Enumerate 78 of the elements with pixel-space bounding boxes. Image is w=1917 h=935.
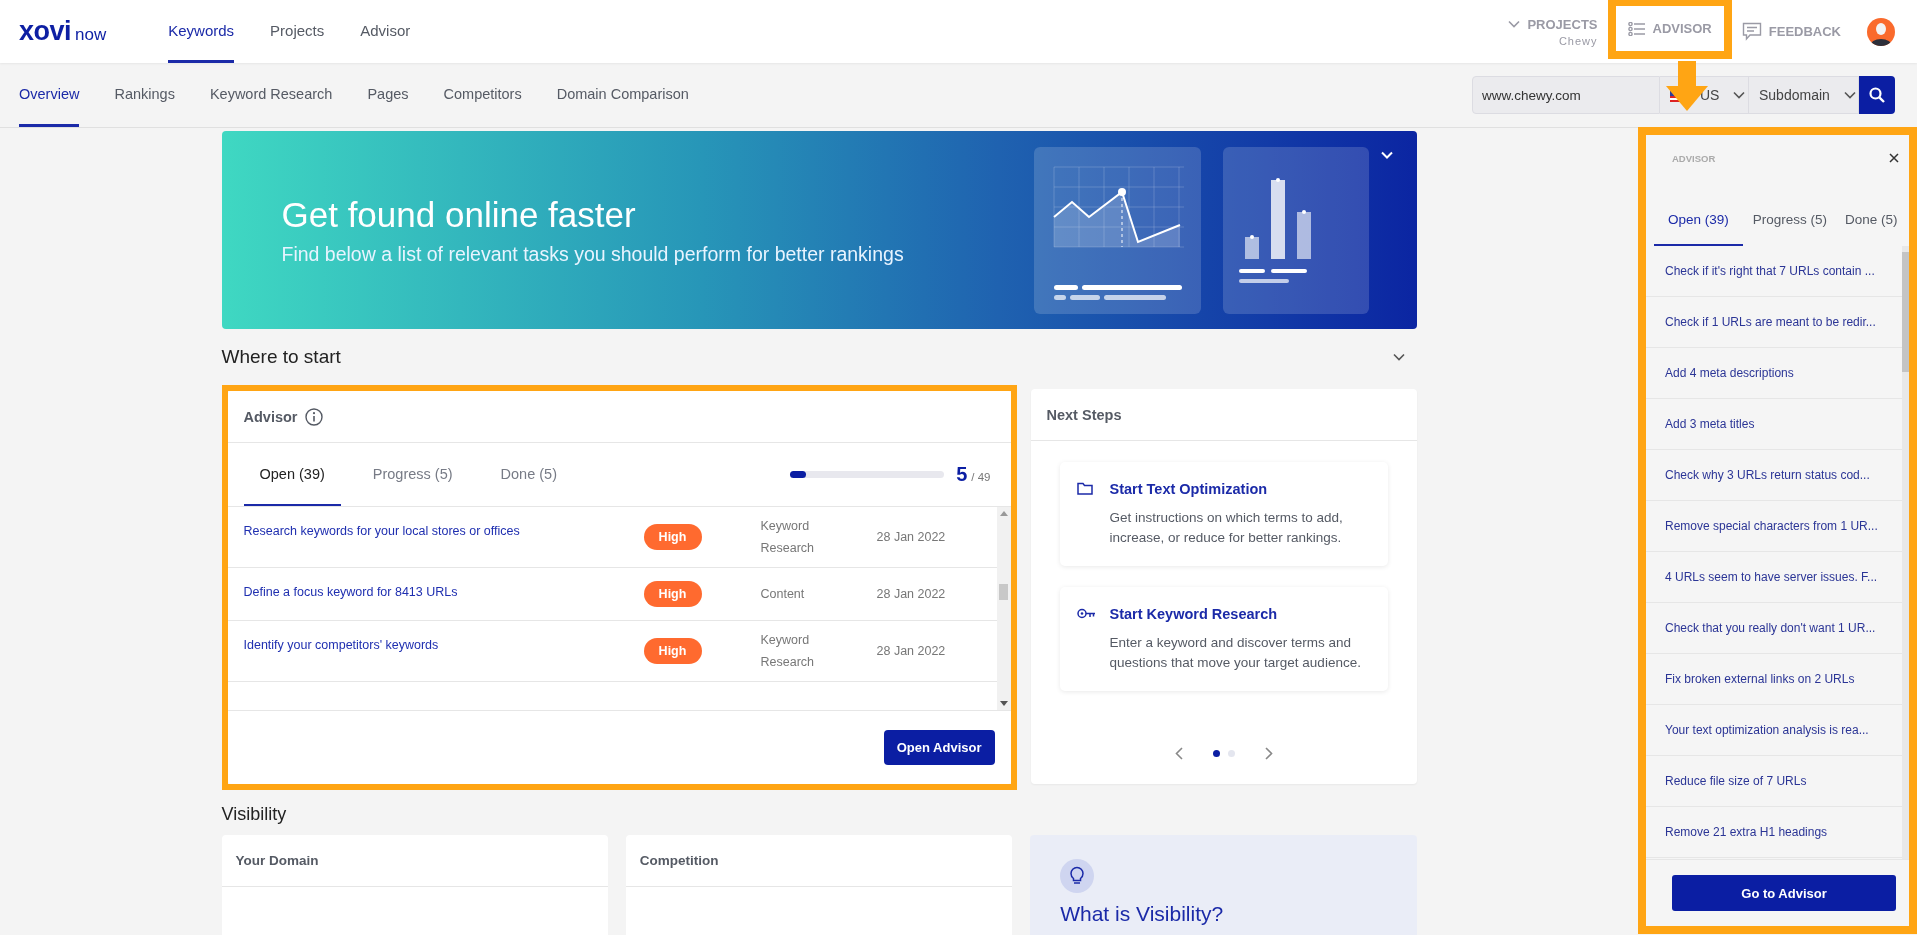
priority-badge: High bbox=[643, 524, 702, 550]
nav-tab[interactable]: Advisor bbox=[360, 0, 411, 63]
search-button[interactable] bbox=[1859, 76, 1895, 114]
task-link[interactable]: Research keywords for your local stores or offices bbox=[243, 515, 644, 538]
chevron-right-icon[interactable] bbox=[1264, 746, 1273, 760]
date-text: 28 Jan 2022 bbox=[876, 587, 947, 601]
info-icon[interactable] bbox=[304, 407, 323, 426]
task-link[interactable]: Identify your competitors' keywords bbox=[243, 629, 644, 652]
tab[interactable]: Open (39) bbox=[243, 443, 341, 506]
go-to-advisor-button[interactable]: Go to Advisor bbox=[1672, 875, 1896, 911]
section-title: Where to start bbox=[221, 346, 341, 368]
search-icon bbox=[1869, 87, 1885, 103]
date-text: 28 Jan 2022 bbox=[876, 530, 947, 544]
task-row[interactable]: Identify your competitors' keywords High Keyword Research 28 Jan 2022 bbox=[227, 621, 997, 682]
card-title: Next Steps bbox=[1046, 406, 1122, 423]
tab[interactable]: Progress (5) bbox=[356, 443, 469, 506]
banner-subtitle: Find below a list of relevant tasks you should perform for better rankings bbox=[281, 242, 905, 266]
subnav-tab[interactable]: Domain Comparison bbox=[556, 63, 689, 127]
task-row[interactable]: Research keywords for your local stores or offices High Keyword Research 28 Jan 2022 bbox=[227, 507, 997, 568]
open-advisor-button[interactable]: Open Advisor bbox=[883, 730, 995, 765]
folder-icon bbox=[1076, 482, 1093, 495]
key-icon bbox=[1076, 608, 1096, 619]
logo-text: xovi bbox=[19, 16, 72, 47]
lightbulb-icon bbox=[1060, 859, 1095, 893]
tab[interactable]: Done (5) bbox=[484, 443, 573, 506]
carousel-dot[interactable] bbox=[1212, 749, 1220, 757]
subnav-tab[interactable]: Pages bbox=[367, 63, 409, 127]
tab[interactable]: Open (39) bbox=[1654, 195, 1743, 246]
scrollbar-thumb[interactable] bbox=[999, 583, 1008, 600]
subnav-tab[interactable]: Overview bbox=[19, 63, 80, 127]
scrollbar[interactable] bbox=[996, 507, 1011, 710]
panel-title: ADVISOR bbox=[1672, 153, 1716, 164]
info-title[interactable]: What is Visibility? bbox=[1060, 902, 1417, 926]
step-description: Enter a keyword and discover terms and questions that move your target audience. bbox=[1109, 634, 1362, 672]
tab[interactable]: Progress (5) bbox=[1744, 195, 1836, 246]
avatar-icon[interactable] bbox=[1867, 17, 1895, 46]
nav-tab[interactable]: Projects bbox=[270, 0, 325, 63]
category-text: Content bbox=[760, 586, 806, 603]
scroll-up-icon bbox=[999, 511, 1008, 516]
scope-dropdown[interactable]: Subdomain bbox=[1749, 76, 1859, 114]
card-title: Competition bbox=[639, 853, 719, 868]
chevron-down-icon bbox=[1843, 91, 1856, 99]
tab[interactable]: Done (5) bbox=[1837, 195, 1906, 246]
progress-count: 5 bbox=[956, 463, 968, 485]
card-title: Your Domain bbox=[235, 853, 319, 868]
step-title[interactable]: Start Keyword Research bbox=[1109, 606, 1278, 622]
step-card[interactable]: Start Keyword Research Enter a keyword and discover terms and questions that move your target audience. bbox=[1059, 587, 1388, 691]
carousel-dot[interactable] bbox=[1227, 749, 1235, 757]
task-row[interactable]: Define a focus keyword for 8413 URLs High Content 28 Jan 2022 bbox=[227, 568, 997, 621]
section-title: Visibility bbox=[221, 803, 288, 826]
domain-field[interactable]: www.chewy.com bbox=[1472, 76, 1660, 114]
chat-icon bbox=[1741, 22, 1762, 41]
project-name: Chewy bbox=[1558, 34, 1598, 47]
task-link[interactable]: Define a focus keyword for 8413 URLs bbox=[243, 576, 644, 599]
progress-total: / 49 bbox=[971, 471, 991, 483]
priority-badge: High bbox=[643, 581, 702, 607]
step-card[interactable]: Start Text Optimization Get instructions on which terms to add, increase, or reduce for better rankings. bbox=[1059, 462, 1388, 566]
list-icon bbox=[1627, 21, 1646, 36]
step-title[interactable]: Start Text Optimization bbox=[1109, 481, 1268, 497]
card-title: Advisor bbox=[243, 408, 298, 425]
date-text: 28 Jan 2022 bbox=[876, 644, 947, 658]
chevron-down-icon bbox=[1508, 20, 1521, 28]
scrollbar[interactable] bbox=[1902, 246, 1909, 859]
banner-title: Get found online faster bbox=[281, 194, 637, 235]
category-text: Keyword Research bbox=[760, 518, 815, 557]
category-text: Keyword Research bbox=[760, 632, 815, 671]
close-icon[interactable] bbox=[1889, 153, 1899, 163]
scrollbar-thumb[interactable] bbox=[1902, 252, 1909, 372]
subnav-tab[interactable]: Keyword Research bbox=[209, 63, 333, 127]
scroll-down-icon bbox=[999, 701, 1008, 706]
logo-subtitle: now bbox=[75, 25, 107, 45]
subnav-tab[interactable]: Competitors bbox=[443, 63, 522, 127]
subnav-tab[interactable]: Rankings bbox=[114, 63, 175, 127]
priority-badge: High bbox=[643, 638, 702, 664]
chevron-down-icon bbox=[1733, 91, 1746, 99]
chevron-down-icon[interactable] bbox=[1392, 353, 1405, 361]
step-description: Get instructions on which terms to add, increase, or reduce for better rankings. bbox=[1109, 509, 1344, 547]
chevron-left-icon[interactable] bbox=[1174, 746, 1183, 760]
